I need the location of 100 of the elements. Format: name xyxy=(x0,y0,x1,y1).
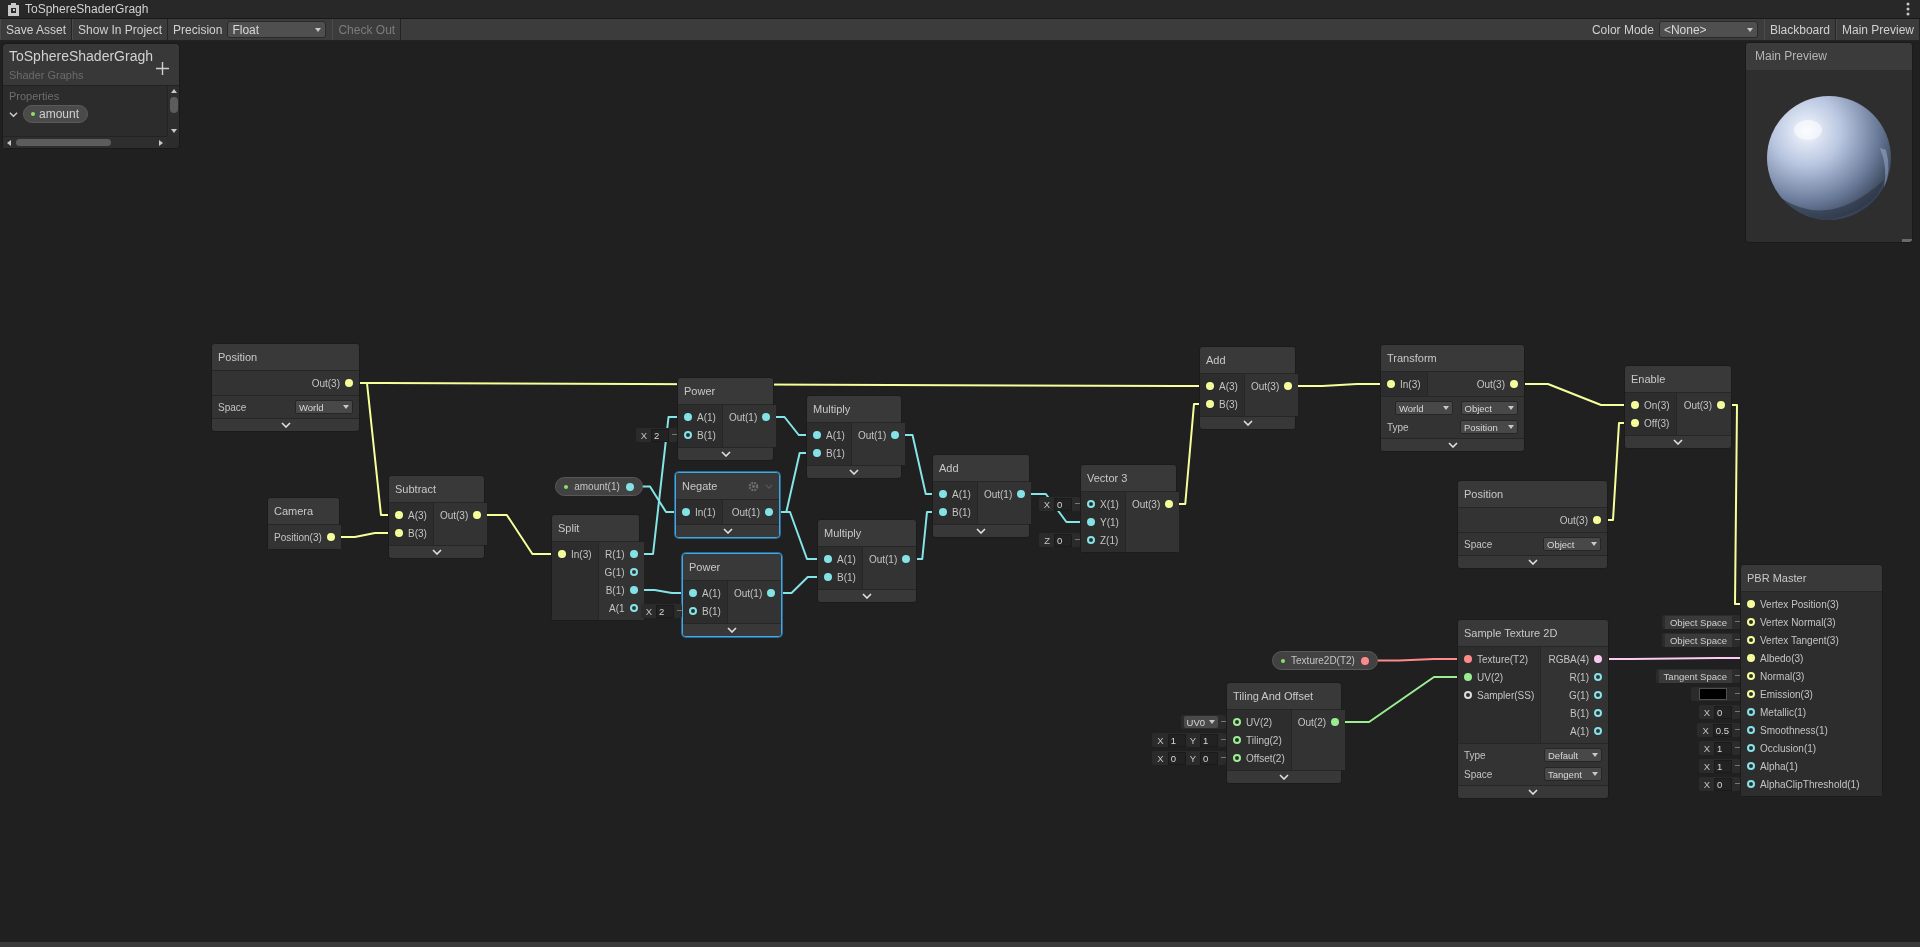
property-node[interactable]: Texture2D(T2) xyxy=(1272,651,1378,670)
toolbar-button[interactable]: Main Preview xyxy=(1835,19,1920,40)
port-dot[interactable] xyxy=(684,413,692,421)
port-dot[interactable] xyxy=(689,607,697,615)
port-dot[interactable] xyxy=(629,568,638,576)
dropdown[interactable]: Default xyxy=(1544,748,1602,762)
graph-node[interactable]: Add A(1) B(1) Out(1) xyxy=(932,454,1030,538)
dropdown[interactable]: World xyxy=(1395,401,1453,415)
number-field[interactable]: 0 xyxy=(1714,705,1732,719)
port-dot[interactable] xyxy=(939,508,947,516)
number-field[interactable]: 1 xyxy=(1200,733,1218,747)
port-dot[interactable] xyxy=(1233,718,1241,726)
port-dot[interactable] xyxy=(626,482,634,491)
dropdown[interactable]: <None> xyxy=(1658,21,1758,38)
dropdown[interactable]: Position xyxy=(1460,420,1518,434)
graph-node[interactable]: PBR Master Vertex Position(3) Vertex Normal(3) Vertex Tangent(3) Albedo(3) Normal(3) Emission(3) Metallic(1) Smoothness(1) Occlusion(1) Alpha(1) AlphaClipThreshold(1) xyxy=(1740,564,1883,797)
dropdown[interactable]: Object xyxy=(1543,537,1601,551)
graph-node[interactable]: Power A(1) B(1) Out(1) xyxy=(677,377,774,461)
space-field[interactable]: Object Space xyxy=(1664,615,1732,629)
graph-node[interactable]: Negate In(1) Out(1) xyxy=(675,472,780,538)
port-dot[interactable] xyxy=(813,431,821,439)
port-dot[interactable] xyxy=(1087,518,1095,526)
toolbar-button[interactable]: Show In Project xyxy=(72,19,169,40)
space-field[interactable]: Tangent Space xyxy=(1658,669,1732,683)
port-dot[interactable] xyxy=(1747,780,1755,788)
number-field[interactable]: 0.5 xyxy=(1712,723,1732,737)
toolbar-button[interactable]: Blackboard xyxy=(1763,19,1836,40)
dropdown[interactable]: World xyxy=(295,400,353,414)
port-dot[interactable] xyxy=(1747,762,1755,770)
graph-node[interactable]: Position Out(3) Space World xyxy=(211,343,360,432)
graph-node[interactable]: Sample Texture 2D Texture(T2) UV(2) Sampler(SS) RGBA(4) R(1) G(1) B(1) A(1) Type Default Space Tangent xyxy=(1457,619,1609,799)
number-field[interactable]: 1 xyxy=(1167,733,1186,747)
toolbar-button[interactable]: Save Asset xyxy=(0,19,73,40)
up-arrow-icon[interactable] xyxy=(170,89,177,93)
port-dot[interactable] xyxy=(1464,673,1472,681)
property-node[interactable]: amount(1) xyxy=(555,477,643,496)
number-field[interactable]: 1 xyxy=(1714,741,1732,755)
port-dot[interactable] xyxy=(682,508,690,516)
space-field[interactable]: Object Space xyxy=(1664,633,1732,647)
dropdown[interactable]: UV0 xyxy=(1183,716,1218,728)
graph-node[interactable]: Position Out(3) Space Object xyxy=(1457,480,1608,569)
port-dot[interactable] xyxy=(1594,727,1602,735)
port-dot[interactable] xyxy=(1594,709,1602,717)
port-dot[interactable] xyxy=(1233,754,1241,762)
down-arrow-icon[interactable] xyxy=(170,129,177,133)
port-dot[interactable] xyxy=(902,555,911,563)
port-dot[interactable] xyxy=(689,589,697,597)
port-dot[interactable] xyxy=(762,413,771,421)
port-dot[interactable] xyxy=(629,586,638,594)
port-dot[interactable] xyxy=(891,431,900,439)
port-dot[interactable] xyxy=(1594,691,1602,699)
color-swatch[interactable] xyxy=(1699,688,1727,700)
graph-node[interactable]: Camera Position(3) xyxy=(267,497,340,550)
port-dot[interactable] xyxy=(1331,718,1340,726)
number-field[interactable]: 0 xyxy=(1167,751,1186,765)
port-dot[interactable] xyxy=(1747,708,1755,716)
number-field[interactable]: 1 xyxy=(1714,759,1732,773)
port-dot[interactable] xyxy=(767,589,776,597)
graph-node[interactable]: Multiply A(1) B(1) Out(1) xyxy=(817,519,917,603)
port-dot[interactable] xyxy=(629,604,638,612)
port-dot[interactable] xyxy=(939,490,947,498)
number-field[interactable]: 0 xyxy=(1054,533,1072,547)
right-arrow-icon[interactable] xyxy=(159,139,163,146)
scroll-thumb[interactable] xyxy=(16,139,111,146)
port-dot[interactable] xyxy=(1747,726,1755,734)
number-field[interactable]: 2 xyxy=(656,604,674,618)
port-dot[interactable] xyxy=(813,449,821,457)
number-field[interactable]: 0 xyxy=(1714,777,1732,791)
port-dot[interactable] xyxy=(1017,490,1026,498)
port-dot[interactable] xyxy=(684,431,692,439)
add-icon[interactable] xyxy=(156,62,169,75)
horizontal-scrollbar[interactable] xyxy=(3,136,167,148)
dropdown[interactable]: Tangent xyxy=(1544,767,1602,781)
port-dot[interactable] xyxy=(1464,655,1472,663)
graph-node[interactable]: Tiling And Offset UV(2) Tiling(2) Offset(2) Out(2) xyxy=(1226,682,1342,784)
port-dot[interactable] xyxy=(1087,500,1095,508)
port-dot[interactable] xyxy=(765,508,773,516)
resize-handle[interactable] xyxy=(1902,239,1912,242)
graph-node[interactable]: Power A(1) B(1) Out(1) xyxy=(682,553,782,637)
port-dot[interactable] xyxy=(1361,656,1369,665)
more-options-icon[interactable] xyxy=(1906,2,1910,16)
number-field[interactable]: 2 xyxy=(651,428,669,442)
dropdown[interactable]: Float xyxy=(227,21,327,38)
port-dot[interactable] xyxy=(1464,691,1472,699)
graph-node[interactable]: Multiply A(1) B(1) Out(1) xyxy=(806,395,902,479)
port-dot[interactable] xyxy=(824,573,832,581)
number-field[interactable]: 0 xyxy=(1200,751,1218,765)
port-dot[interactable] xyxy=(1747,744,1755,752)
port-dot[interactable] xyxy=(1594,655,1602,663)
chevron-down-icon[interactable] xyxy=(9,109,18,119)
dropdown[interactable]: Object xyxy=(1460,401,1518,415)
property-pill[interactable]: amount xyxy=(23,105,89,123)
port-dot[interactable] xyxy=(1594,673,1602,681)
vertical-scrollbar[interactable] xyxy=(167,86,179,136)
scroll-thumb[interactable] xyxy=(169,97,178,113)
port-dot[interactable] xyxy=(1233,736,1241,744)
port-dot[interactable] xyxy=(629,550,638,558)
graph-node[interactable]: Vector 3 X(1) Y(1) Z(1) Out(3) xyxy=(1080,464,1177,553)
number-field[interactable]: 0 xyxy=(1054,497,1072,511)
left-arrow-icon[interactable] xyxy=(7,139,11,146)
